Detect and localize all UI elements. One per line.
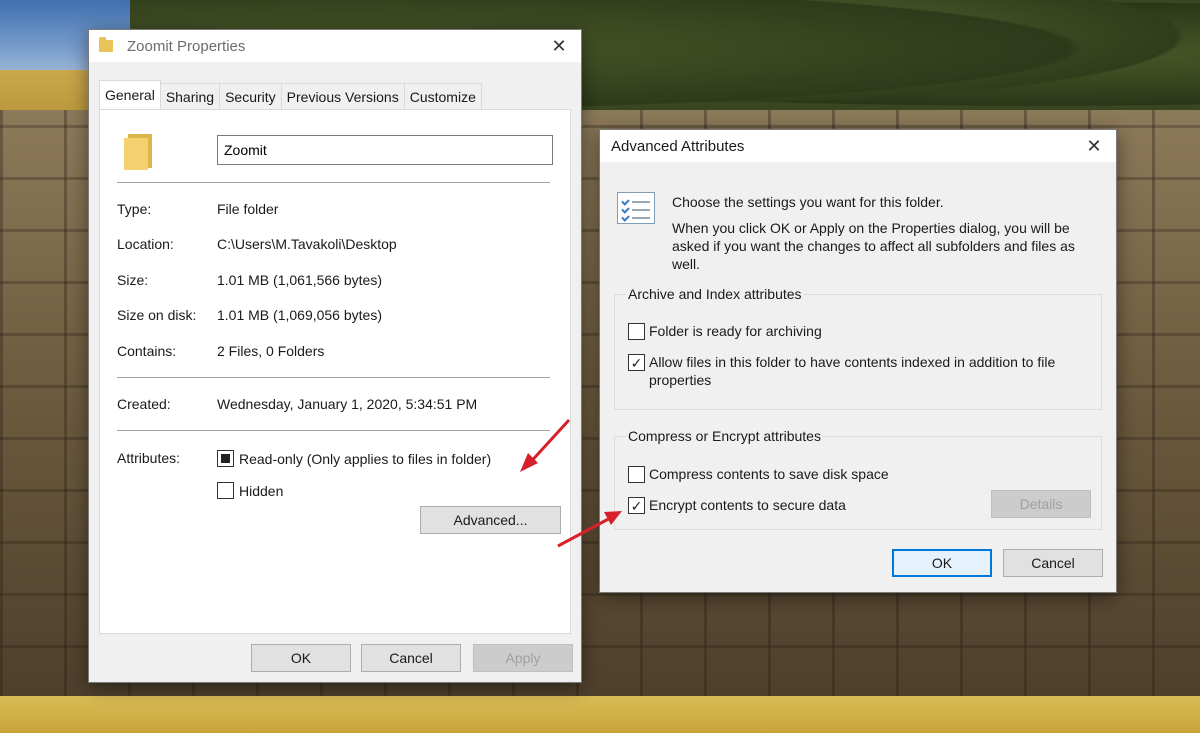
size-label: Size: (117, 272, 149, 288)
grass (0, 696, 1200, 733)
checklist-icon (617, 192, 655, 224)
tab-sharing[interactable]: Sharing (159, 83, 221, 109)
location-value: C:\Users\M.Tavakoli\Desktop (217, 236, 397, 252)
size-value: 1.01 MB (1,061,566 bytes) (217, 272, 382, 288)
readonly-label: Read-only (Only applies to files in fold… (239, 450, 492, 467)
hidden-option[interactable]: Hidden (217, 482, 283, 499)
encrypt-label: Encrypt contents to secure data (649, 497, 846, 513)
created-label: Created: (117, 396, 171, 412)
attributes-label: Attributes: (117, 450, 181, 466)
advanced-attributes-dialog: Advanced Attributes ✕ Choose the setting… (599, 129, 1117, 593)
type-label: Type: (117, 201, 152, 217)
folder-name-input[interactable] (217, 135, 553, 165)
readonly-checkbox[interactable] (217, 450, 234, 467)
ok-button[interactable]: OK (892, 549, 992, 577)
close-icon[interactable]: ✕ (537, 30, 581, 62)
advanced-title: Advanced Attributes (611, 137, 745, 155)
properties-tabs: General Sharing Security Previous Versio… (99, 80, 482, 109)
cancel-button[interactable]: Cancel (1003, 549, 1103, 577)
close-icon[interactable]: ✕ (1072, 130, 1116, 162)
size-on-disk-label: Size on disk: (117, 307, 197, 323)
advanced-button[interactable]: Advanced... (420, 506, 561, 534)
index-option[interactable]: Allow files in this folder to have conte… (628, 353, 1088, 389)
divider (117, 182, 550, 183)
created-value: Wednesday, January 1, 2020, 5:34:51 PM (217, 396, 478, 412)
contains-value: 2 Files, 0 Folders (217, 343, 325, 359)
general-tab-panel: Type: File folder Location: C:\Users\M.T… (99, 109, 571, 634)
tab-customize[interactable]: Customize (403, 83, 482, 109)
index-checkbox[interactable] (628, 354, 645, 371)
cancel-button[interactable]: Cancel (361, 644, 461, 672)
intro-text-2: When you click OK or Apply on the Proper… (672, 220, 1075, 272)
ok-button[interactable]: OK (251, 644, 351, 672)
details-button[interactable]: Details (991, 490, 1091, 518)
archiving-option[interactable]: Folder is ready for archiving (628, 322, 822, 340)
tab-general[interactable]: General (99, 80, 161, 109)
compress-label: Compress contents to save disk space (649, 466, 889, 482)
properties-titlebar[interactable]: Zoomit Properties ✕ (89, 30, 581, 62)
archiving-checkbox[interactable] (628, 323, 645, 340)
archiving-label: Folder is ready for archiving (649, 323, 822, 339)
hidden-label: Hidden (239, 482, 284, 499)
divider (117, 430, 550, 431)
advanced-titlebar[interactable]: Advanced Attributes ✕ (600, 130, 1116, 162)
index-label: Allow files in this folder to have conte… (649, 354, 1056, 388)
encrypt-option[interactable]: Encrypt contents to secure data (628, 496, 846, 514)
encrypt-checkbox[interactable] (628, 497, 645, 514)
apply-button[interactable]: Apply (473, 644, 573, 672)
intro-text-1: Choose the settings you want for this fo… (672, 194, 944, 210)
tab-previous-versions[interactable]: Previous Versions (280, 83, 405, 109)
folder-icon (99, 37, 113, 52)
archive-group-title: Archive and Index attributes (626, 286, 804, 302)
readonly-option[interactable]: Read-only (Only applies to files in fold… (217, 450, 491, 467)
size-on-disk-value: 1.01 MB (1,069,056 bytes) (217, 307, 382, 323)
contains-label: Contains: (117, 343, 177, 359)
compress-group-title: Compress or Encrypt attributes (626, 428, 823, 444)
divider (117, 377, 550, 378)
properties-title: Zoomit Properties (127, 37, 246, 55)
compress-option[interactable]: Compress contents to save disk space (628, 465, 889, 483)
folder-icon (124, 134, 152, 170)
tab-security[interactable]: Security (219, 83, 282, 109)
compress-checkbox[interactable] (628, 466, 645, 483)
type-value: File folder (217, 201, 279, 217)
archive-index-group (614, 294, 1102, 410)
properties-window: Zoomit Properties ✕ General Sharing Secu… (88, 29, 582, 683)
hidden-checkbox[interactable] (217, 482, 234, 499)
location-label: Location: (117, 236, 174, 252)
